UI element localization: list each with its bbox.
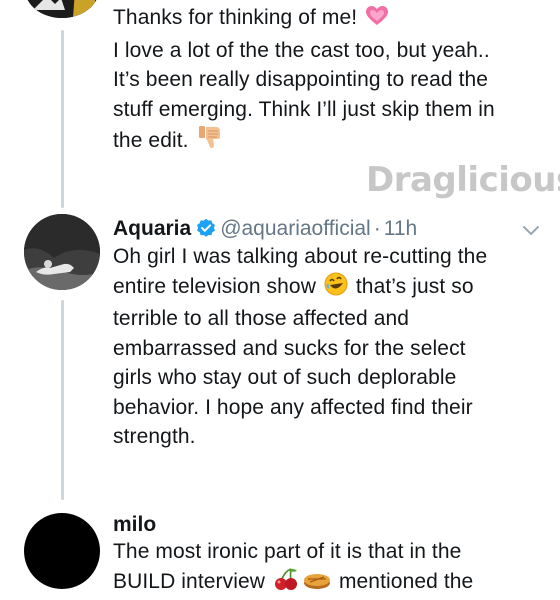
avatar-aquaria-art: [24, 214, 100, 290]
tweet1-line-2: I love a lot of the the cast too, but ye…: [113, 38, 490, 62]
tweet1-line-3: It’s been really disappointing to read t…: [113, 68, 489, 91]
pie-icon: [303, 569, 331, 600]
avatar-top-art: [25, 0, 99, 18]
thumbs-down-icon: [197, 124, 223, 159]
tweet2-line-4: embarrassed and sucks for the select: [113, 336, 466, 360]
avatar-top[interactable]: [25, 0, 99, 18]
tweet3-line-2b: mentioned the: [338, 569, 474, 593]
tweet1-text: Thanks for thinking of me! I love a lot …: [113, 3, 543, 159]
tweet1-line-1: Thanks for thinking of me!: [113, 6, 358, 29]
tweet2-line-1: Oh girl I was talking about re-cutting t…: [113, 245, 488, 268]
chevron-down-icon[interactable]: [522, 224, 540, 242]
tweet2-line-2b: that’s just so: [355, 274, 474, 298]
separator-dot: ·: [373, 217, 381, 240]
thread-line-top: [61, 30, 64, 208]
sparkling-heart-icon: [365, 5, 389, 36]
verified-badge-icon: [196, 218, 216, 245]
author-name[interactable]: Aquaria: [113, 217, 191, 240]
tweet2-text: Oh girl I was talking about re-cutting t…: [113, 242, 543, 452]
avatar-aquaria[interactable]: [24, 214, 100, 290]
avatar-milo[interactable]: [24, 513, 100, 589]
tweet3-header: milo: [113, 512, 156, 538]
tweet3-text: The most ironic part of it is that in th…: [113, 537, 543, 599]
tweet3-line-2a: BUILD interview: [113, 569, 266, 593]
author-handle[interactable]: @aquariaofficial: [220, 217, 371, 240]
watermark-logo: Draglicious: [366, 160, 560, 200]
tweet1-line-4: stuff emerging. Think I’ll just skip the…: [113, 97, 495, 121]
tweet3-line-1: The most ironic part of it is that in th…: [113, 540, 462, 563]
tweet2-line-2a: entire television show: [113, 274, 316, 298]
tweet1-line-5: the edit.: [113, 129, 189, 152]
tweet2-line-6: behavior. I hope any affected find their: [113, 395, 473, 419]
thread-line-middle: [61, 300, 64, 500]
tweet-timestamp[interactable]: 11h: [384, 217, 417, 240]
tweet2-line-3: terrible to all those affected and: [113, 307, 410, 330]
rolling-on-floor-laughing-icon: [324, 272, 348, 305]
tweet2-line-7: strength.: [113, 425, 196, 448]
cherries-icon: [273, 567, 299, 600]
author-name-milo[interactable]: milo: [113, 513, 156, 536]
tweet2-line-5: girls who stay out of such deplorable: [113, 366, 457, 389]
tweet2-header: Aquaria @aquariaofficial · 11h: [113, 216, 417, 245]
